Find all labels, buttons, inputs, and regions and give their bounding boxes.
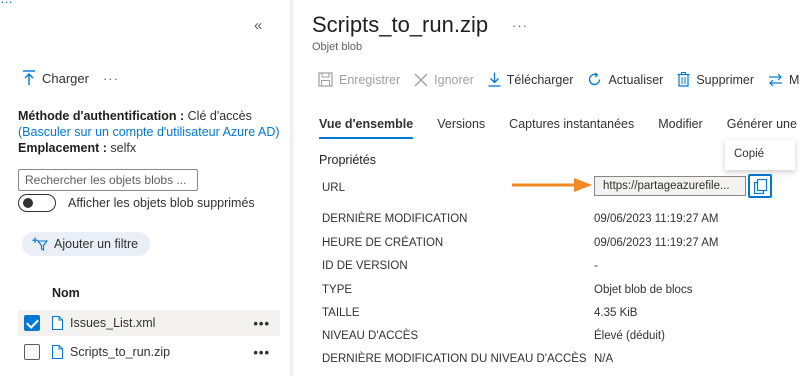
left-toolbar: Charger ···	[22, 70, 119, 86]
save-icon	[318, 72, 333, 87]
column-header-name[interactable]: Nom	[52, 286, 80, 300]
blob-list-pane: … « Charger ··· Méthode d'authentificati…	[0, 0, 290, 376]
double-chevron-left-icon[interactable]: «	[254, 17, 262, 34]
page-title: Scripts_to_run.zip	[312, 12, 489, 37]
auth-info: Méthode d'authentification : Clé d'accès…	[18, 108, 280, 156]
prop-value-size: 4.35 KiB	[594, 307, 638, 319]
prop-key-access-tier: NIVEAU D'ACCÈS	[322, 330, 419, 342]
save-label: Enregistrer	[339, 72, 401, 87]
download-label: Télécharger	[506, 72, 574, 87]
copy-button[interactable]	[748, 174, 772, 198]
pane-divider	[290, 0, 296, 376]
download-button[interactable]: Télécharger	[488, 72, 574, 87]
blob-name[interactable]: Scripts_to_run.zip	[70, 345, 170, 359]
title-more-icon[interactable]: ···	[512, 18, 528, 33]
row-more-icon[interactable]: •••	[253, 345, 270, 360]
file-icon	[52, 345, 63, 359]
row-checkbox[interactable]	[24, 315, 40, 331]
prop-key-version-id: ID DE VERSION	[322, 260, 408, 272]
properties-heading: Propriétés	[319, 153, 376, 167]
prop-key-last-modified: DERNIÈRE MODIFICATION	[322, 213, 468, 225]
download-icon	[488, 72, 501, 87]
discard-button[interactable]: Ignorer	[414, 73, 474, 87]
prop-key-type: TYPE	[322, 284, 353, 296]
filter-add-icon	[32, 237, 48, 251]
tab-snapshots[interactable]: Captures instantanées	[509, 117, 634, 139]
location-label: Emplacement :	[18, 141, 107, 155]
location-value: selfx	[110, 141, 137, 155]
upload-icon[interactable]	[22, 70, 36, 86]
page-subtitle: Objet blob	[312, 41, 363, 53]
copied-tooltip: Copié	[725, 140, 795, 170]
add-filter-button[interactable]: Ajouter un filtre	[22, 232, 151, 256]
change-tier-icon	[769, 73, 783, 86]
refresh-label: Actualiser	[608, 72, 664, 87]
auth-method-value: Clé d'accès	[187, 109, 252, 123]
refresh-icon	[589, 72, 601, 86]
refresh-button[interactable]: Actualiser	[587, 72, 663, 87]
tab-edit[interactable]: Modifier	[658, 117, 702, 139]
upload-button[interactable]: Charger	[42, 71, 89, 86]
prop-key-url: URL	[322, 182, 346, 194]
list-item[interactable]: Issues_List.xml •••	[18, 310, 280, 336]
show-deleted-toggle[interactable]	[18, 194, 56, 212]
tab-generate-sas[interactable]: Générer une	[727, 117, 797, 139]
show-deleted-label: Afficher les objets blob supprimés	[68, 196, 255, 210]
prop-value-creation-time: 09/06/2023 11:19:27 AM	[594, 237, 719, 249]
prop-key-size: TAILLE	[322, 307, 360, 319]
delete-label: Supprimer	[696, 72, 755, 87]
prop-value-type: Objet blob de blocs	[594, 284, 693, 296]
prop-value-access-tier: Élevé (déduit)	[594, 330, 665, 342]
more-icon[interactable]: ···	[103, 71, 119, 86]
blob-search-input[interactable]: Rechercher les objets blobs ...	[18, 169, 198, 191]
delete-icon	[677, 72, 690, 87]
url-field[interactable]: https://partageazurefile...	[594, 176, 746, 196]
discard-label: Ignorer	[434, 72, 474, 87]
close-icon	[414, 73, 428, 86]
tab-overview[interactable]: Vue d'ensemble	[319, 117, 414, 139]
prop-value-tier-last-modified: N/A	[594, 353, 614, 365]
blob-tabs: Vue d'ensemble Versions Captures instant…	[319, 117, 800, 139]
copy-icon	[753, 178, 767, 194]
row-more-icon[interactable]: •••	[253, 316, 270, 331]
delete-button[interactable]: Supprimer	[677, 72, 754, 87]
prop-value-version-id: -	[594, 260, 598, 272]
blob-name[interactable]: Issues_List.xml	[70, 316, 155, 330]
add-filter-label: Ajouter un filtre	[54, 237, 139, 251]
change-tier-label: M	[789, 72, 800, 87]
list-item[interactable]: Scripts_to_run.zip •••	[18, 339, 280, 365]
prop-key-creation-time: HEURE DE CRÉATION	[322, 237, 444, 249]
file-icon	[52, 316, 63, 330]
annotation-arrow-icon	[512, 178, 592, 192]
row-checkbox[interactable]	[24, 344, 40, 360]
auth-method-label: Méthode d'authentification :	[18, 109, 185, 123]
prop-value-last-modified: 09/06/2023 11:19:27 AM	[594, 213, 719, 225]
prop-key-tier-last-modified: DERNIÈRE MODIFICATION DU NIVEAU D'ACCÈS	[322, 353, 587, 365]
breadcrumb-link[interactable]: …	[0, 0, 13, 6]
save-button[interactable]: Enregistrer	[318, 72, 400, 87]
switch-auth-link[interactable]: (Basculer sur un compte d'utilisateur Az…	[18, 124, 280, 140]
change-tier-button[interactable]: M	[768, 73, 799, 87]
command-bar: Enregistrer Ignorer Télécharger Actualis…	[318, 72, 800, 87]
show-deleted-toggle-row: Afficher les objets blob supprimés	[18, 194, 255, 212]
toggle-knob	[23, 198, 33, 208]
tab-versions[interactable]: Versions	[437, 117, 485, 139]
